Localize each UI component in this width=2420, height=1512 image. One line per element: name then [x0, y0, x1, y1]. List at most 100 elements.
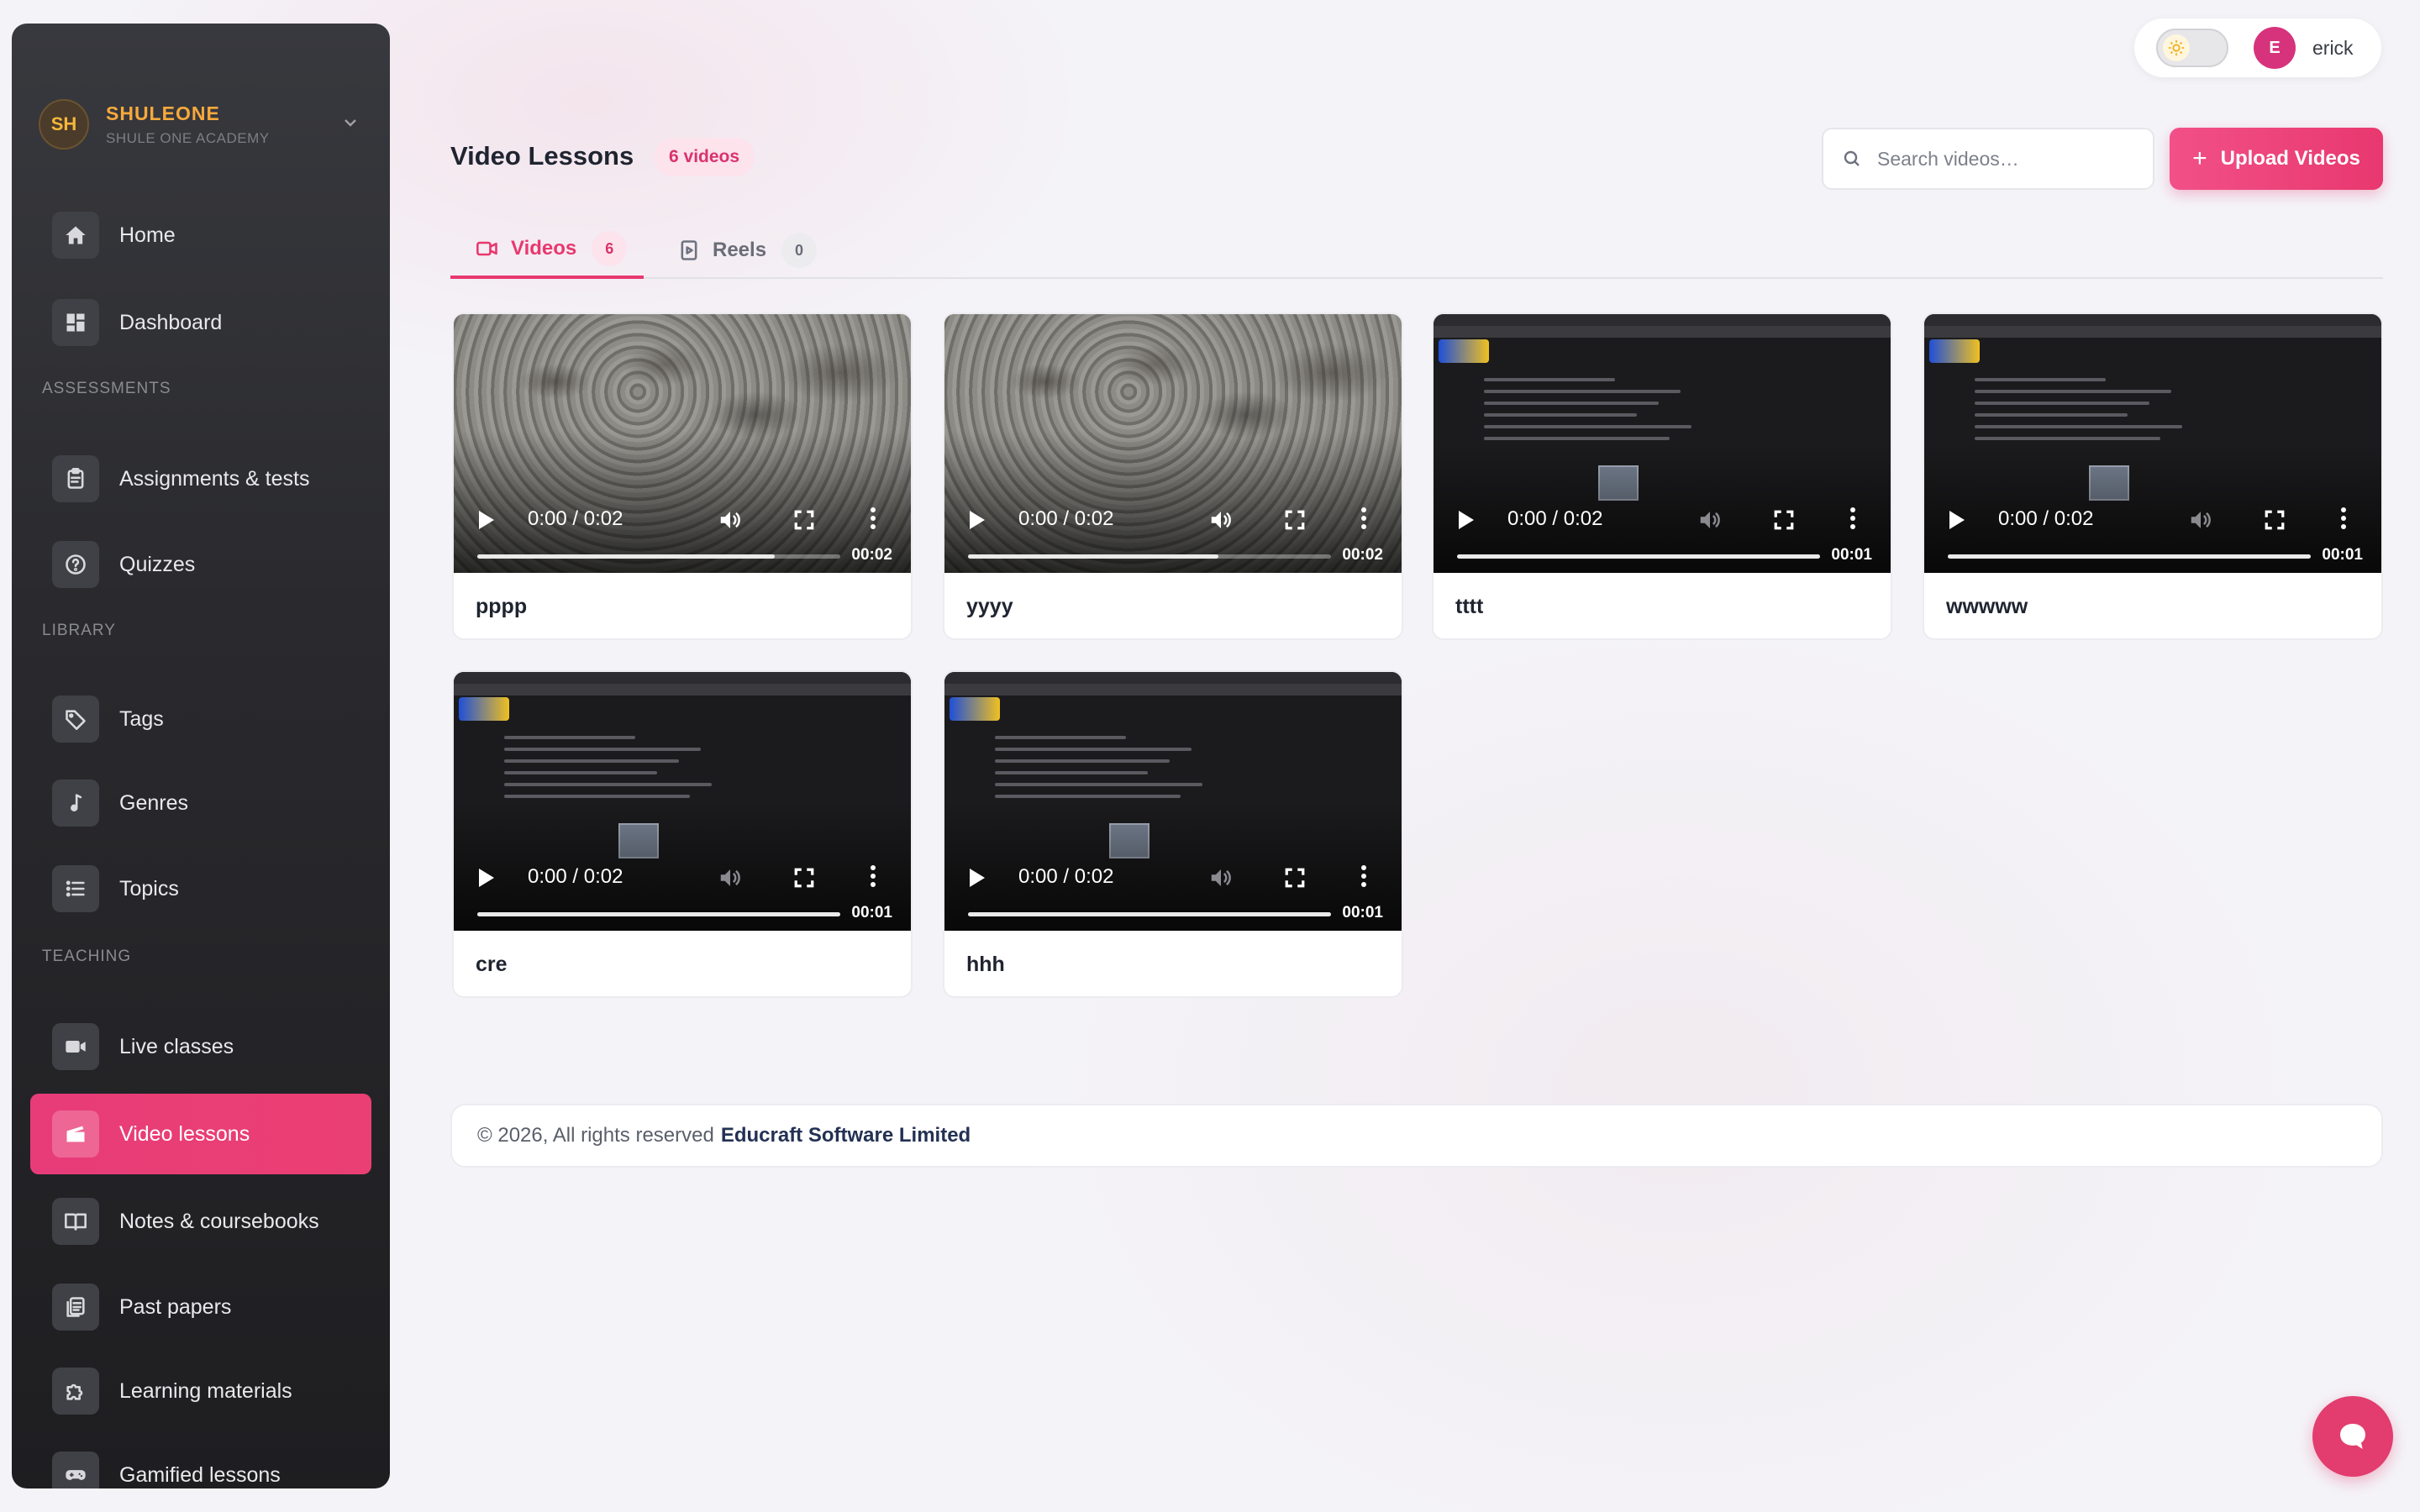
sidebar-item-notes[interactable]: Notes & coursebooks [30, 1188, 371, 1255]
sidebar-item-genres[interactable]: Genres [30, 769, 371, 837]
brand-switcher[interactable]: SH SHULEONE SHULE ONE ACADEMY [39, 91, 375, 158]
theme-toggle[interactable] [2156, 29, 2228, 67]
fullscreen-icon[interactable] [793, 867, 815, 889]
tab-count: 0 [781, 233, 818, 268]
puzzle-icon [52, 1368, 99, 1415]
fullscreen-icon[interactable] [2264, 509, 2286, 531]
page-title: Video Lessons [450, 141, 634, 171]
play-icon[interactable] [970, 511, 985, 529]
more-options-icon[interactable] [1849, 507, 1857, 533]
sidebar-item-tags[interactable]: Tags [30, 685, 371, 753]
sidebar-item-gamified[interactable]: Gamified lessons [30, 1441, 371, 1488]
video-controls: 0:00 / 0:02 00:01 [1924, 482, 2381, 573]
more-options-icon[interactable] [1360, 865, 1368, 890]
more-options-icon[interactable] [1360, 507, 1368, 533]
tab-label: Reels [713, 239, 767, 261]
video-card[interactable]: 0:00 / 0:02 00:02 yyyy [943, 312, 1403, 640]
clapperboard-icon [52, 1110, 99, 1158]
footer-company-link[interactable]: Educraft Software Limited [721, 1124, 971, 1147]
sidebar-item-label: Past papers [119, 1294, 232, 1319]
video-duration: 00:01 [1831, 546, 1872, 564]
sidebar-item-topics[interactable]: Topics [30, 855, 371, 922]
sidebar-item-video-lessons[interactable]: Video lessons [30, 1094, 371, 1174]
video-controls: 0:00 / 0:02 00:01 [454, 840, 911, 931]
list-icon [52, 865, 99, 912]
sidebar-item-dashboard[interactable]: Dashboard [30, 289, 371, 356]
music-note-icon [52, 780, 99, 827]
play-icon[interactable] [479, 511, 494, 529]
progress-track[interactable] [477, 912, 840, 916]
progress-fill [968, 554, 1219, 559]
chat-bubble-icon [2340, 1424, 2365, 1449]
sidebar-item-live-classes[interactable]: Live classes [30, 1013, 371, 1080]
sidebar-item-label: Quizzes [119, 552, 196, 576]
user-name[interactable]: erick [2312, 37, 2354, 60]
sidebar-item-assignments[interactable]: Assignments & tests [30, 445, 371, 512]
sidebar-item-label: Assignments & tests [119, 466, 310, 491]
video-card[interactable]: 0:00 / 0:02 00:01 cre [452, 670, 913, 998]
play-icon[interactable] [479, 869, 494, 887]
sidebar-item-label: Home [119, 223, 176, 247]
play-icon[interactable] [1459, 511, 1474, 529]
video-card[interactable]: 0:00 / 0:02 00:01 hhh [943, 670, 1403, 998]
progress-fill [1948, 554, 2311, 559]
sidebar-item-home[interactable]: Home [30, 202, 371, 269]
fullscreen-icon[interactable] [1284, 509, 1306, 531]
progress-track[interactable] [1948, 554, 2311, 559]
sidebar-item-past-papers[interactable]: Past papers [30, 1273, 371, 1341]
video-controls: 0:00 / 0:02 00:02 [944, 482, 1402, 573]
avatar[interactable]: E [2254, 27, 2296, 69]
tab-label: Videos [511, 237, 577, 260]
progress-track[interactable] [1457, 554, 1820, 559]
brand-avatar: SH [39, 99, 89, 150]
volume-icon[interactable] [1696, 507, 1724, 533]
fullscreen-icon[interactable] [1773, 509, 1795, 531]
fullscreen-icon[interactable] [793, 509, 815, 531]
section-label-assessments: ASSESSMENTS [42, 380, 171, 397]
tab-reels[interactable]: Reels 0 [677, 222, 818, 279]
more-options-icon[interactable] [869, 507, 877, 533]
video-time: 0:00 / 0:02 [1507, 507, 1603, 530]
home-icon [52, 212, 99, 259]
tag-icon [52, 696, 99, 743]
video-card[interactable]: 0:00 / 0:02 00:01 wwwww [1923, 312, 2383, 640]
sidebar-item-label: Topics [119, 876, 179, 900]
chevron-down-icon[interactable] [343, 114, 358, 132]
sidebar-item-quizzes[interactable]: Quizzes [30, 531, 371, 598]
video-card[interactable]: 0:00 / 0:02 00:02 pppp [452, 312, 913, 640]
video-card[interactable]: 0:00 / 0:02 00:01 tttt [1432, 312, 1892, 640]
sidebar-item-label: Notes & coursebooks [119, 1209, 319, 1233]
section-label-library: LIBRARY [42, 622, 116, 639]
volume-icon[interactable] [716, 507, 744, 533]
more-options-icon[interactable] [2339, 507, 2348, 533]
video-time: 0:00 / 0:02 [1018, 865, 1114, 888]
sidebar-item-label: Learning materials [119, 1378, 292, 1403]
fullscreen-icon[interactable] [1284, 867, 1306, 889]
more-options-icon[interactable] [869, 865, 877, 890]
chat-button[interactable] [2312, 1396, 2393, 1477]
progress-fill [968, 912, 1331, 916]
progress-track[interactable] [968, 554, 1331, 559]
progress-fill [477, 912, 840, 916]
sidebar-item-label: Gamified lessons [119, 1462, 281, 1487]
search-input[interactable] [1877, 147, 2146, 171]
video-duration: 00:02 [1342, 546, 1383, 564]
section-label-teaching: TEACHING [42, 948, 132, 965]
play-icon[interactable] [1949, 511, 1965, 529]
play-icon[interactable] [970, 869, 985, 887]
footer-copyright: © 2026, All rights reserved [477, 1124, 714, 1147]
tab-videos[interactable]: Videos 6 [450, 222, 644, 279]
upload-videos-button[interactable]: + Upload Videos [2170, 128, 2383, 190]
video-time: 0:00 / 0:02 [1018, 507, 1114, 530]
sidebar-item-learning-materials[interactable]: Learning materials [30, 1357, 371, 1425]
volume-icon[interactable] [716, 865, 744, 890]
upload-label: Upload Videos [2220, 147, 2360, 170]
video-title: cre [476, 953, 508, 976]
volume-icon[interactable] [1207, 507, 1235, 533]
sidebar-item-label: Genres [119, 790, 188, 815]
sidebar-item-label: Tags [119, 706, 164, 731]
volume-icon[interactable] [2186, 507, 2215, 533]
volume-icon[interactable] [1207, 865, 1235, 890]
progress-track[interactable] [477, 554, 840, 559]
progress-track[interactable] [968, 912, 1331, 916]
